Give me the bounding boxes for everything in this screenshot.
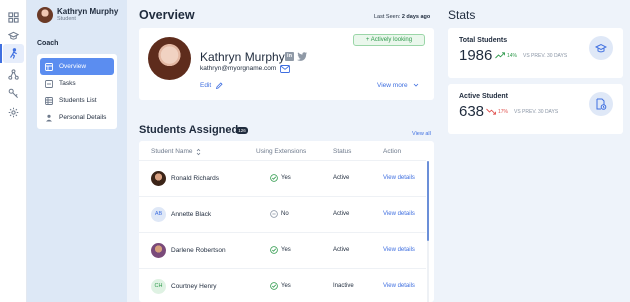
- student-name: Annette Black: [171, 211, 212, 218]
- status-badge: + Actively looking: [353, 34, 425, 46]
- column-header-status: Status: [333, 148, 352, 155]
- avatar: [151, 243, 166, 258]
- sidebar-item-label: Overview: [59, 63, 87, 70]
- extensions-value: Yes: [281, 247, 291, 253]
- user-profile[interactable]: Kathryn Murphy Student: [37, 7, 147, 27]
- stat-card-active-student: Active Student 638 17% VS PREV. 30 DAYS: [448, 84, 623, 134]
- check-circle-icon: [270, 282, 278, 290]
- person-running-icon[interactable]: [7, 47, 20, 60]
- table-row: Darlene Robertson Yes Active View detail…: [139, 232, 426, 268]
- trend-up-icon: [495, 52, 505, 59]
- dashboard-icon[interactable]: [7, 11, 20, 24]
- student-name: Darlene Robertson: [171, 247, 226, 254]
- rail-active-indicator: [0, 44, 2, 63]
- view-details-link[interactable]: View details: [383, 175, 415, 181]
- table-row: AB Annette Black No Active View details: [139, 196, 426, 232]
- stat-comparison-label: VS PREV. 30 DAYS: [523, 53, 568, 59]
- mail-icon[interactable]: [280, 65, 290, 73]
- stat-change-percent: 17%: [498, 109, 509, 115]
- stat-change-percent: 14%: [507, 53, 518, 59]
- document-clock-icon: [596, 98, 607, 110]
- sidebar-item-overview[interactable]: Overview: [40, 58, 114, 75]
- last-seen: Last Seen: 2 days ago: [374, 14, 430, 20]
- user-role: Student: [57, 16, 76, 22]
- avatar-initials: CH: [151, 279, 166, 294]
- chevron-down-icon[interactable]: [413, 82, 419, 88]
- profile-photo: [148, 37, 191, 80]
- edit-link[interactable]: Edit: [200, 82, 211, 89]
- stat-value: 638: [459, 103, 485, 120]
- sidebar-item-label: Personal Details: [59, 114, 107, 121]
- person-icon: [46, 114, 52, 121]
- linkedin-icon[interactable]: in: [285, 52, 294, 61]
- sort-icon[interactable]: [196, 148, 201, 156]
- students-list-icon: [45, 96, 53, 105]
- avatar: [37, 7, 53, 23]
- student-name: Ronald Richards: [171, 175, 220, 182]
- sidebar-menu: Overview Tasks Students List Personal De…: [37, 54, 117, 129]
- column-header-action: Action: [383, 148, 402, 155]
- stat-title: Total Students: [459, 37, 508, 44]
- sidebar-item-label: Students List: [59, 97, 97, 104]
- keys-icon[interactable]: [7, 87, 20, 100]
- sidebar-item-students-list[interactable]: Students List: [40, 92, 114, 109]
- check-circle-icon: [270, 174, 278, 182]
- scrollbar-thumb[interactable]: [427, 161, 429, 241]
- column-header-using-extensions: Using Extensions: [256, 148, 307, 155]
- user-name: Kathryn Murphy: [57, 7, 119, 16]
- view-all-link[interactable]: View all: [412, 131, 431, 137]
- view-details-link[interactable]: View details: [383, 211, 415, 217]
- last-seen-label: Last Seen:: [374, 14, 401, 20]
- sidebar-section-title: Coach: [37, 40, 59, 47]
- trend-down-icon: [486, 108, 496, 115]
- status-value: Active: [333, 175, 350, 181]
- profile-name: Kathryn Murphy: [200, 50, 285, 64]
- tasks-icon: [45, 79, 53, 88]
- status-value: Inactive: [333, 283, 354, 289]
- pencil-icon[interactable]: [216, 82, 223, 89]
- section-title-students: Students Assigned: [139, 124, 239, 136]
- students-count-badge: 126: [236, 127, 248, 134]
- page-title: Overview: [139, 8, 195, 22]
- network-icon[interactable]: [7, 68, 20, 81]
- table-row: Ronald Richards Yes Active View details: [139, 160, 426, 196]
- graduation-cap-icon[interactable]: [7, 29, 20, 42]
- sidebar-item-tasks[interactable]: Tasks: [40, 75, 114, 92]
- extensions-value: Yes: [281, 175, 291, 181]
- students-table: Student Name Using Extensions Status Act…: [139, 141, 434, 302]
- stat-icon-badge: [589, 92, 613, 116]
- last-seen-value: 2 days ago: [401, 14, 431, 20]
- settings-icon[interactable]: [7, 106, 20, 119]
- stat-card-total-students: Total Students 1986 14% VS PREV. 30 DAYS: [448, 28, 623, 78]
- profile-email[interactable]: kathryn@myorgname.com: [200, 65, 276, 72]
- extensions-value: Yes: [281, 283, 291, 289]
- column-header-student-name[interactable]: Student Name: [151, 148, 193, 155]
- student-name: Courtney Henry: [171, 283, 217, 290]
- sidebar-item-personal-details[interactable]: Personal Details: [40, 109, 114, 126]
- graduation-cap-icon: [595, 43, 607, 53]
- stat-comparison-label: VS PREV. 30 DAYS: [514, 109, 559, 115]
- avatar: [151, 171, 166, 186]
- stat-title: Active Student: [459, 93, 509, 100]
- overview-icon: [45, 62, 53, 71]
- view-details-link[interactable]: View details: [383, 283, 415, 289]
- icon-rail: [0, 0, 27, 302]
- overview-card: Kathryn Murphy in kathryn@myorgname.com …: [139, 28, 434, 100]
- stats-title: Stats: [448, 8, 476, 22]
- view-more-link[interactable]: View more: [377, 82, 408, 89]
- status-value: Active: [333, 211, 350, 217]
- status-value: Active: [333, 247, 350, 253]
- extensions-value: No: [281, 211, 289, 217]
- avatar-initials: AB: [151, 207, 166, 222]
- table-row: CH Courtney Henry Yes Inactive View deta…: [139, 268, 426, 302]
- sidebar-item-label: Tasks: [59, 80, 76, 87]
- stat-icon-badge: [589, 36, 613, 60]
- check-circle-icon: [270, 246, 278, 254]
- view-details-link[interactable]: View details: [383, 247, 415, 253]
- minus-circle-icon: [270, 210, 278, 218]
- twitter-icon[interactable]: [297, 52, 307, 61]
- stat-value: 1986: [459, 47, 493, 64]
